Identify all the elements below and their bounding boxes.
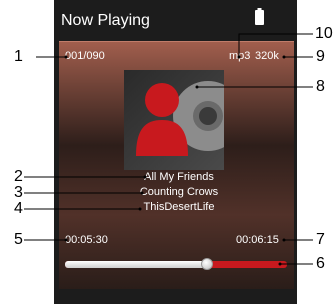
callout-number: 6 bbox=[316, 255, 325, 272]
callout-number: 1 bbox=[14, 48, 23, 65]
callout-number: 4 bbox=[14, 200, 23, 217]
callout-number: 7 bbox=[316, 231, 325, 248]
callout-number: 2 bbox=[14, 168, 23, 185]
callout-number: 10 bbox=[315, 25, 333, 42]
callout-number: 9 bbox=[316, 48, 325, 65]
callout-number: 5 bbox=[14, 231, 23, 248]
callout-number: 3 bbox=[14, 184, 23, 201]
callout-lines bbox=[24, 33, 313, 266]
callout-number: 8 bbox=[316, 78, 325, 95]
